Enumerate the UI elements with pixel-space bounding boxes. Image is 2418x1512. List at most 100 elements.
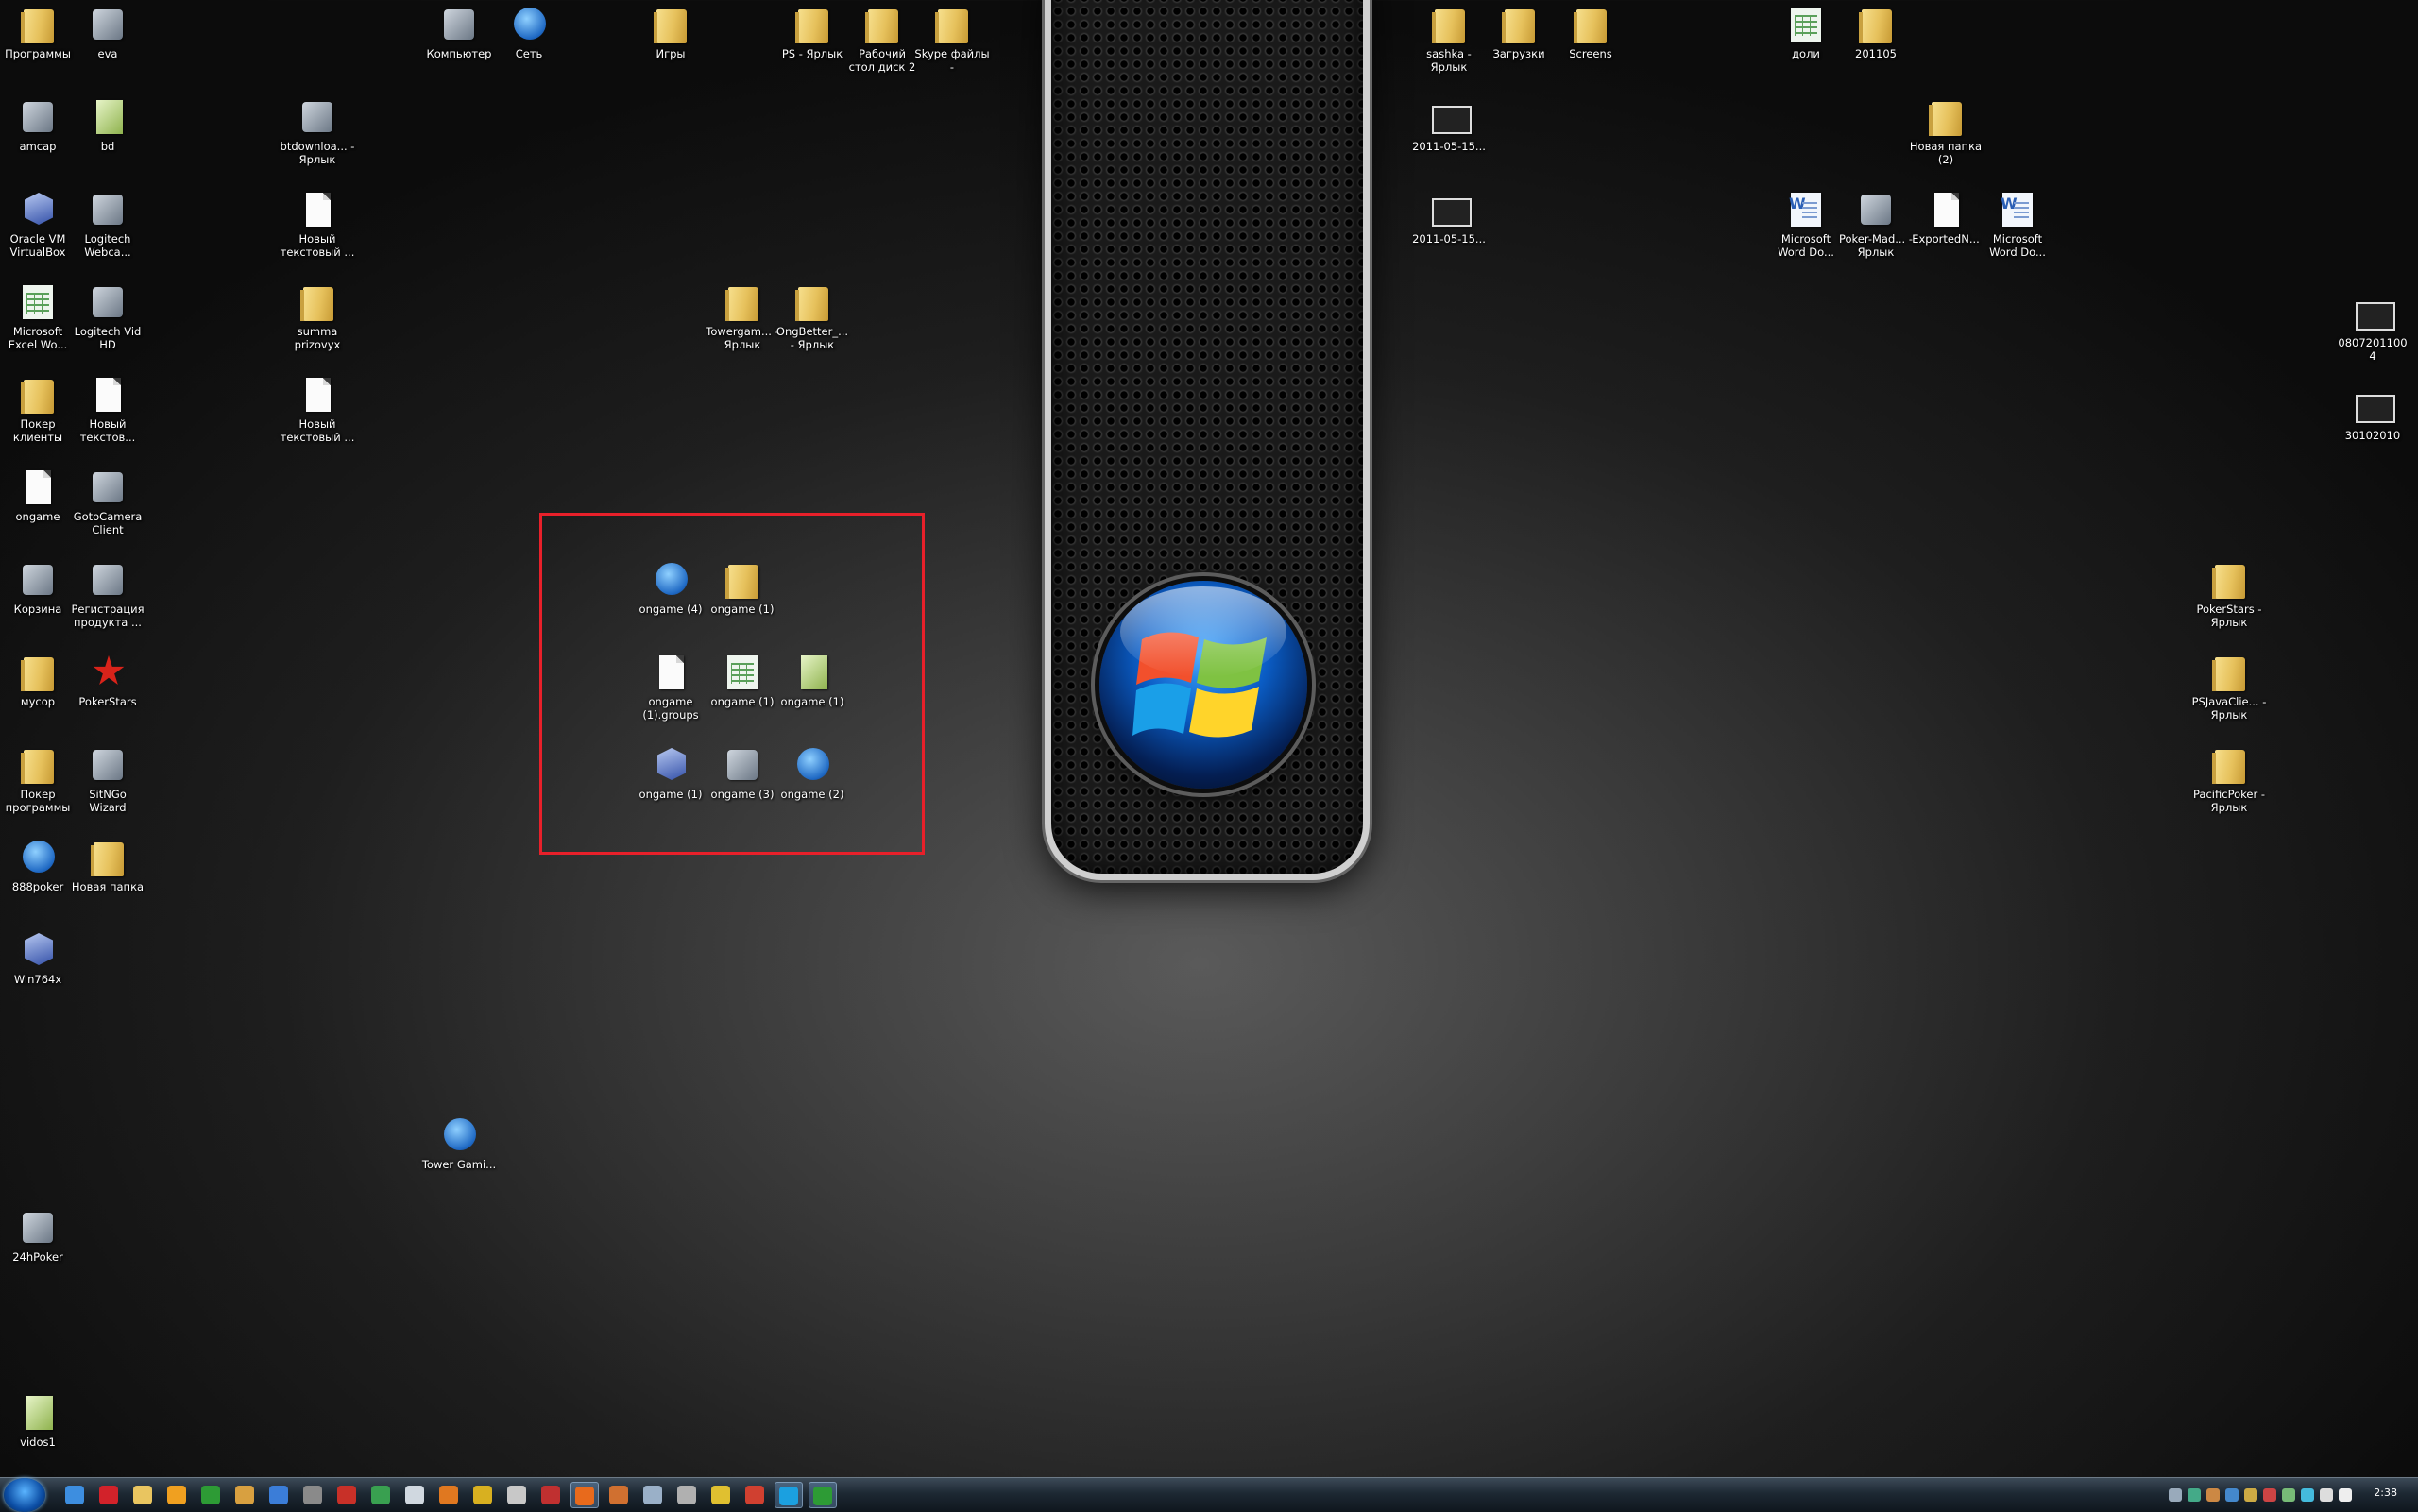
clock[interactable]: 2:38	[2374, 1487, 2397, 1499]
desktop-icon[interactable]: Покер программы	[0, 744, 76, 814]
desktop-icon[interactable]: summa prizovyx	[280, 281, 355, 351]
desktop-icon[interactable]: PS - Ярлык	[775, 4, 850, 60]
desktop-icon[interactable]: Win764x	[0, 929, 76, 986]
desktop-icon[interactable]: btdownloa... - Ярлык	[280, 96, 355, 166]
desktop-icon[interactable]: Новый текстов...	[70, 374, 145, 444]
taskbar-button[interactable]	[502, 1482, 531, 1508]
desktop-icon[interactable]: Microsoft Word Do...	[1980, 189, 2055, 259]
desktop-icon[interactable]: Покер клиенты	[0, 374, 76, 444]
desktop-icon[interactable]: Новая папка (2)	[1908, 96, 1984, 166]
desktop-icon[interactable]: Корзина	[0, 559, 76, 616]
desktop-icon[interactable]: bd	[70, 96, 145, 153]
system-tray[interactable]	[2169, 1486, 2352, 1504]
desktop-icon[interactable]: 2011-05-15...	[1411, 189, 1487, 246]
desktop-icon[interactable]: Logitech Webca...	[70, 189, 145, 259]
desktop-icon[interactable]: 888poker	[0, 837, 76, 893]
desktop-icon-label: Покер программы	[5, 788, 71, 814]
firefox-icon	[575, 1487, 594, 1505]
tray-icon[interactable]	[2301, 1488, 2314, 1502]
taskbar-button[interactable]	[570, 1482, 599, 1508]
taskbar-button[interactable]	[60, 1482, 89, 1508]
start-button[interactable]	[4, 1478, 45, 1512]
desktop-icon[interactable]: 30102010	[2335, 385, 2410, 442]
desktop-icon[interactable]: ongame	[0, 467, 76, 523]
desktop-icon[interactable]: 201105	[1838, 4, 1914, 60]
desktop-icon[interactable]: Skype файлы -	[914, 4, 990, 74]
tray-icon[interactable]	[2225, 1488, 2239, 1502]
desktop-icon[interactable]: Новая папка	[70, 837, 145, 893]
desktop-icon[interactable]: Программы	[0, 4, 76, 60]
desktop[interactable]: Программы eva amcap bd Oracle VM VirtualBox L…	[0, 0, 2418, 1477]
taskbar-button[interactable]	[332, 1482, 361, 1508]
desktop-icon[interactable]: Рабочий стол диск 2	[844, 4, 920, 74]
desktop-icon[interactable]: GotoCamera Client	[70, 467, 145, 536]
desktop-icon[interactable]: 08072011004	[2335, 293, 2410, 363]
desktop-icon[interactable]: Новый текстовый ...	[280, 374, 355, 444]
tray-icon[interactable]	[2206, 1488, 2220, 1502]
desktop-icon[interactable]: Новый текстовый ...	[280, 189, 355, 259]
app-icon	[745, 1486, 764, 1504]
tray-icon[interactable]	[2263, 1488, 2276, 1502]
desktop-icon[interactable]: OngBetter_... - Ярлык	[775, 281, 850, 351]
desktop-icon[interactable]: SitNGo Wizard	[70, 744, 145, 814]
desktop-icon[interactable]: Microsoft Word Do...	[1768, 189, 1844, 259]
taskbar-button[interactable]	[775, 1482, 803, 1508]
folder-icon	[87, 837, 128, 878]
desktop-icon-label: Win764x	[13, 973, 62, 986]
tray-icon[interactable]	[2244, 1488, 2257, 1502]
desktop-icon[interactable]: мусор	[0, 652, 76, 708]
desktop-icon[interactable]: доли	[1768, 4, 1844, 60]
taskbar-button[interactable]	[809, 1482, 837, 1508]
desktop-icon[interactable]: PacificPoker - Ярлык	[2191, 744, 2267, 814]
desktop-icon[interactable]: sashka - Ярлык	[1411, 4, 1487, 74]
gen-icon	[87, 467, 128, 508]
taskbar-button[interactable]	[366, 1482, 395, 1508]
taskbar-button[interactable]	[128, 1482, 157, 1508]
taskbar-button[interactable]	[162, 1482, 191, 1508]
desktop-icon[interactable]: PokerStars - Ярлык	[2191, 559, 2267, 629]
desktop-icon[interactable]: Регистрация продукта ...	[70, 559, 145, 629]
tray-icon[interactable]	[2188, 1488, 2201, 1502]
taskbar-button[interactable]	[400, 1482, 429, 1508]
desktop-icon[interactable]: Сеть	[491, 4, 567, 60]
desktop-icon[interactable]: Oracle VM VirtualBox	[0, 189, 76, 259]
taskbar-button[interactable]	[94, 1482, 123, 1508]
desktop-icon[interactable]: vidos1	[0, 1392, 76, 1449]
network-icon[interactable]	[2320, 1488, 2333, 1502]
taskbar-button[interactable]	[536, 1482, 565, 1508]
desktop-icon[interactable]: Microsoft Excel Wo...	[0, 281, 76, 351]
desktop-icon[interactable]: 24hPoker	[0, 1207, 76, 1264]
taskbar-button[interactable]	[196, 1482, 225, 1508]
desktop-icon[interactable]: PokerStars	[70, 652, 145, 708]
desktop-icon[interactable]: Компьютер	[421, 4, 497, 60]
taskbar-button[interactable]	[639, 1482, 667, 1508]
tray-icon[interactable]	[2169, 1488, 2182, 1502]
app-icon	[643, 1486, 662, 1504]
desktop-icon[interactable]: Загрузки	[1481, 4, 1557, 60]
taskbar-button[interactable]	[434, 1482, 463, 1508]
taskbar-button[interactable]	[230, 1482, 259, 1508]
desktop-icon[interactable]: Tower Gami...	[421, 1114, 497, 1171]
taskbar-button[interactable]	[468, 1482, 497, 1508]
desktop-icon[interactable]: amcap	[0, 96, 76, 153]
tray-icon[interactable]	[2282, 1488, 2295, 1502]
desktop-icon[interactable]: Poker-Mad... - Ярлык	[1838, 189, 1914, 259]
desktop-icon[interactable]: Screens	[1553, 4, 1628, 60]
taskbar-button[interactable]	[604, 1482, 633, 1508]
desktop-icon[interactable]: PSJavaClie... - Ярлык	[2191, 652, 2267, 722]
desktop-icon[interactable]: Logitech Vid HD	[70, 281, 145, 351]
desktop-icon[interactable]: Towergam... - Ярлык	[705, 281, 780, 351]
taskbar-button[interactable]	[673, 1482, 701, 1508]
taskbar-button[interactable]	[707, 1482, 735, 1508]
taskbar-button[interactable]	[741, 1482, 769, 1508]
desktop-icon[interactable]: 2011-05-15...	[1411, 96, 1487, 153]
folder-icon	[2208, 559, 2250, 601]
desktop-icon-label: Рабочий стол диск 2	[848, 47, 916, 74]
taskbar-button[interactable]	[298, 1482, 327, 1508]
taskbar-button[interactable]	[264, 1482, 293, 1508]
volume-icon[interactable]	[2339, 1488, 2352, 1502]
desktop-icon[interactable]: eva	[70, 4, 145, 60]
desktop-icon[interactable]: ExportedN...	[1908, 189, 1984, 246]
desktop-icon[interactable]: Игры	[633, 4, 708, 60]
leaf-icon	[87, 96, 128, 138]
